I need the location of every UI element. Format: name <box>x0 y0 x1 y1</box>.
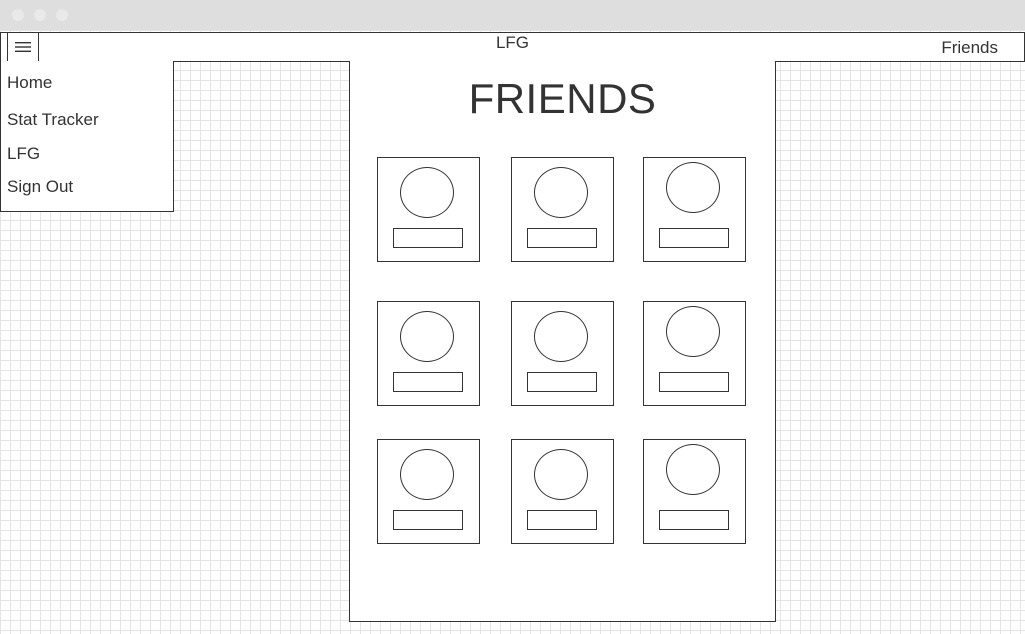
friend-card[interactable] <box>511 157 614 262</box>
app-title: LFG <box>495 33 530 52</box>
avatar-placeholder-icon <box>534 449 588 500</box>
side-menu-item-lfg[interactable]: LFG <box>7 144 40 164</box>
side-menu-item-sign-out[interactable]: Sign Out <box>7 177 73 197</box>
friend-card[interactable] <box>377 301 480 406</box>
friend-name-placeholder <box>527 228 597 248</box>
avatar-placeholder-icon <box>534 167 588 218</box>
side-menu: Home Stat Tracker LFG Sign Out <box>0 61 174 212</box>
window-close-dot[interactable] <box>12 9 24 21</box>
avatar-placeholder-icon <box>666 444 720 495</box>
friend-name-placeholder <box>393 228 463 248</box>
friend-name-placeholder <box>527 372 597 392</box>
window-maximize-dot[interactable] <box>56 9 68 21</box>
page-title: FRIENDS <box>468 75 657 122</box>
avatar-placeholder-icon <box>400 167 454 218</box>
avatar-placeholder-icon <box>400 311 454 362</box>
top-navbar: LFG Friends <box>0 32 1025 62</box>
window-titlebar <box>0 0 1025 30</box>
friend-card[interactable] <box>511 439 614 544</box>
friend-name-placeholder <box>659 228 729 248</box>
friend-name-placeholder <box>527 510 597 530</box>
friend-card[interactable] <box>643 301 746 406</box>
avatar-placeholder-icon <box>400 449 454 500</box>
avatar-placeholder-icon <box>666 306 720 357</box>
friend-card[interactable] <box>643 439 746 544</box>
window-minimize-dot[interactable] <box>34 9 46 21</box>
avatar-placeholder-icon <box>534 311 588 362</box>
side-menu-item-home[interactable]: Home <box>7 73 52 93</box>
friend-card[interactable] <box>643 157 746 262</box>
friend-card[interactable] <box>377 439 480 544</box>
friend-card[interactable] <box>511 301 614 406</box>
nav-link-friends[interactable]: Friends <box>941 38 998 58</box>
friend-name-placeholder <box>659 372 729 392</box>
side-menu-item-stat-tracker[interactable]: Stat Tracker <box>7 110 99 130</box>
friend-name-placeholder <box>393 372 463 392</box>
friend-card[interactable] <box>377 157 480 262</box>
friend-name-placeholder <box>659 510 729 530</box>
friend-name-placeholder <box>393 510 463 530</box>
avatar-placeholder-icon <box>666 162 720 213</box>
friends-panel: FRIENDS <box>349 61 776 622</box>
